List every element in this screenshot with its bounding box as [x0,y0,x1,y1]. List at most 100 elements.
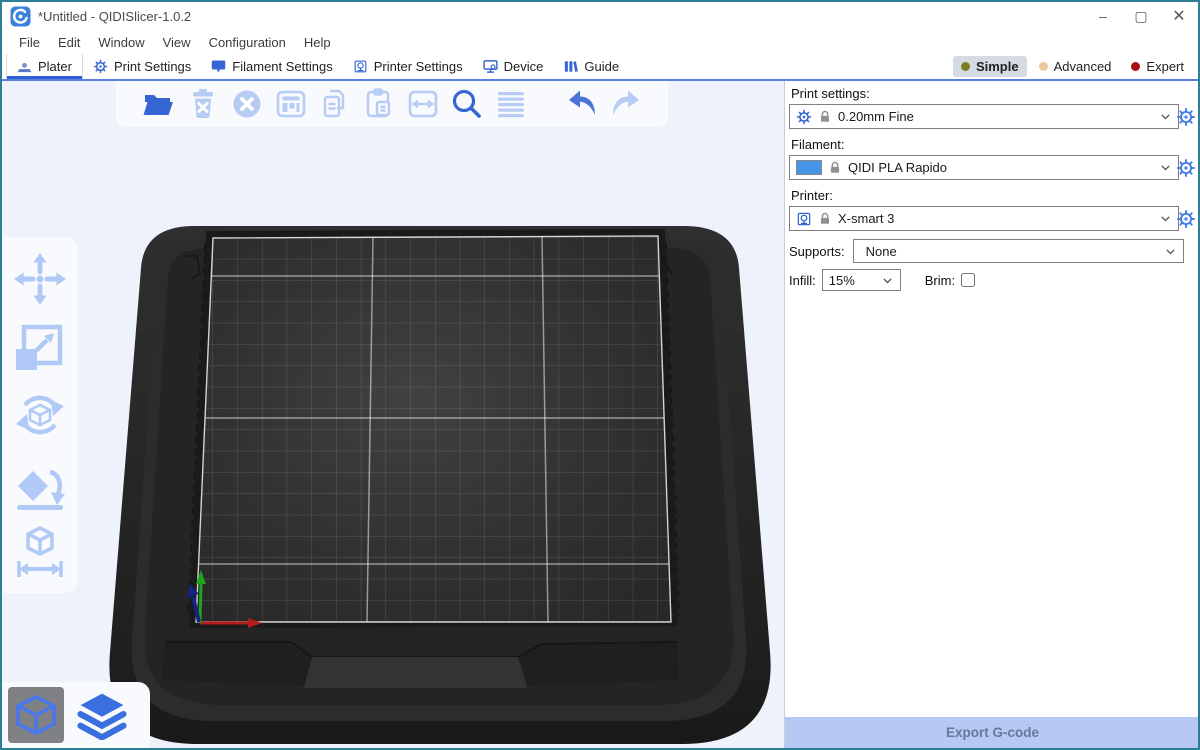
lock-icon [818,211,832,226]
gear-icon [93,59,108,74]
layer-lines-icon [494,87,528,121]
mode-advanced[interactable]: Advanced [1031,56,1120,77]
chevron-down-icon [1159,161,1172,174]
edit-printer-button[interactable] [1176,209,1196,229]
books-icon [563,59,578,74]
arrange-button[interactable] [273,87,308,122]
app-window: *Untitled - QIDISlicer-1.0.2 – ▢ ✕ File … [0,0,1200,750]
chevron-down-icon [1159,212,1172,225]
undo-arrow-icon [565,87,599,121]
supports-value: None [860,244,1158,259]
export-gcode-button[interactable]: Export G-code [785,717,1200,748]
gear-icon [1176,209,1196,229]
filament-icon [211,59,226,74]
circle-x-icon [230,87,264,121]
gear-icon [1176,158,1196,178]
mode-expert[interactable]: Expert [1123,56,1192,77]
tab-printer-settings[interactable]: Printer Settings [343,54,473,79]
mode-group: Simple Advanced Expert [953,54,1198,79]
close-button[interactable]: ✕ [1160,2,1198,30]
move-tool-button[interactable] [11,250,69,308]
filament-label: Filament: [791,137,1194,152]
copy-icon [318,87,352,121]
print-settings-value: 0.20mm Fine [838,109,1153,124]
chevron-down-icon [881,274,894,287]
filament-color-swatch [796,160,822,175]
delete-all-button[interactable] [229,87,264,122]
place-on-face-tool-button[interactable] [11,454,69,512]
search-button[interactable] [449,87,484,122]
menu-view[interactable]: View [154,33,200,52]
printer-label: Printer: [791,188,1194,203]
supports-label: Supports: [789,244,845,259]
place-on-face-icon [12,455,68,511]
infill-value: 15% [829,273,875,288]
menubar: File Edit Window View Configuration Help [2,30,1198,54]
brim-checkbox[interactable] [961,273,975,287]
cube-3d-icon [13,692,59,738]
3d-viewport[interactable] [2,81,784,748]
edit-print-settings-button[interactable] [1176,107,1196,127]
tab-device[interactable]: Device [473,54,554,79]
gear-icon [796,109,812,125]
measure-tool-button[interactable] [11,522,69,580]
infill-combo[interactable]: 15% [822,269,901,291]
tab-print-settings[interactable]: Print Settings [83,54,201,79]
lock-icon [828,160,842,175]
maximize-button[interactable]: ▢ [1122,2,1160,30]
menu-file[interactable]: File [10,33,49,52]
monitor-icon [483,59,498,74]
copy-button[interactable] [317,87,352,122]
filament-combo[interactable]: QIDI PLA Rapido [789,155,1179,180]
redo-button[interactable] [608,87,643,122]
gear-icon [1176,107,1196,127]
lock-icon [818,109,832,124]
edit-filament-button[interactable] [1176,158,1196,178]
split-button[interactable] [405,87,440,122]
chevron-down-icon [1164,245,1177,258]
scale-icon [12,319,68,375]
view-switch [2,682,150,748]
menu-edit[interactable]: Edit [49,33,89,52]
print-settings-label: Print settings: [791,86,1194,101]
paste-button[interactable] [361,87,396,122]
view-layers-button[interactable] [74,687,130,743]
printer-value: X-smart 3 [838,211,1153,226]
chevron-down-icon [1159,110,1172,123]
view-3d-button[interactable] [8,687,64,743]
printer-icon [796,211,812,227]
filament-value: QIDI PLA Rapido [848,160,1153,175]
plater-icon [17,59,32,74]
supports-combo[interactable]: None [853,239,1184,263]
print-settings-combo[interactable]: 0.20mm Fine [789,104,1179,129]
open-folder-icon [142,87,176,121]
menu-configuration[interactable]: Configuration [200,33,295,52]
top-toolbar [116,81,668,127]
open-button[interactable] [141,87,176,122]
rotate-tool-button[interactable] [11,386,69,444]
titlebar: *Untitled - QIDISlicer-1.0.2 – ▢ ✕ [2,2,1198,30]
tab-guide[interactable]: Guide [553,54,629,79]
search-icon [450,87,484,121]
tab-filament-settings[interactable]: Filament Settings [201,54,342,79]
undo-button[interactable] [564,87,599,122]
scale-tool-button[interactable] [11,318,69,376]
split-arrows-icon [406,87,440,121]
app-logo [10,6,31,27]
simple-dot-icon [961,62,970,71]
menu-help[interactable]: Help [295,33,340,52]
tab-plater[interactable]: Plater [6,54,83,79]
trash-icon [186,87,220,121]
printer-icon [353,59,368,74]
printer-combo[interactable]: X-smart 3 [789,206,1179,231]
delete-button[interactable] [185,87,220,122]
menu-window[interactable]: Window [89,33,153,52]
tabbar: Plater Print Settings Filament Settings … [2,54,1198,81]
infill-label: Infill: [789,273,816,288]
minimize-button[interactable]: – [1084,2,1122,30]
left-toolbar [2,237,78,593]
arrange-grid-icon [274,87,308,121]
variable-layer-height-button[interactable] [493,87,528,122]
mode-simple[interactable]: Simple [953,56,1027,77]
brim-label: Brim: [925,273,955,288]
